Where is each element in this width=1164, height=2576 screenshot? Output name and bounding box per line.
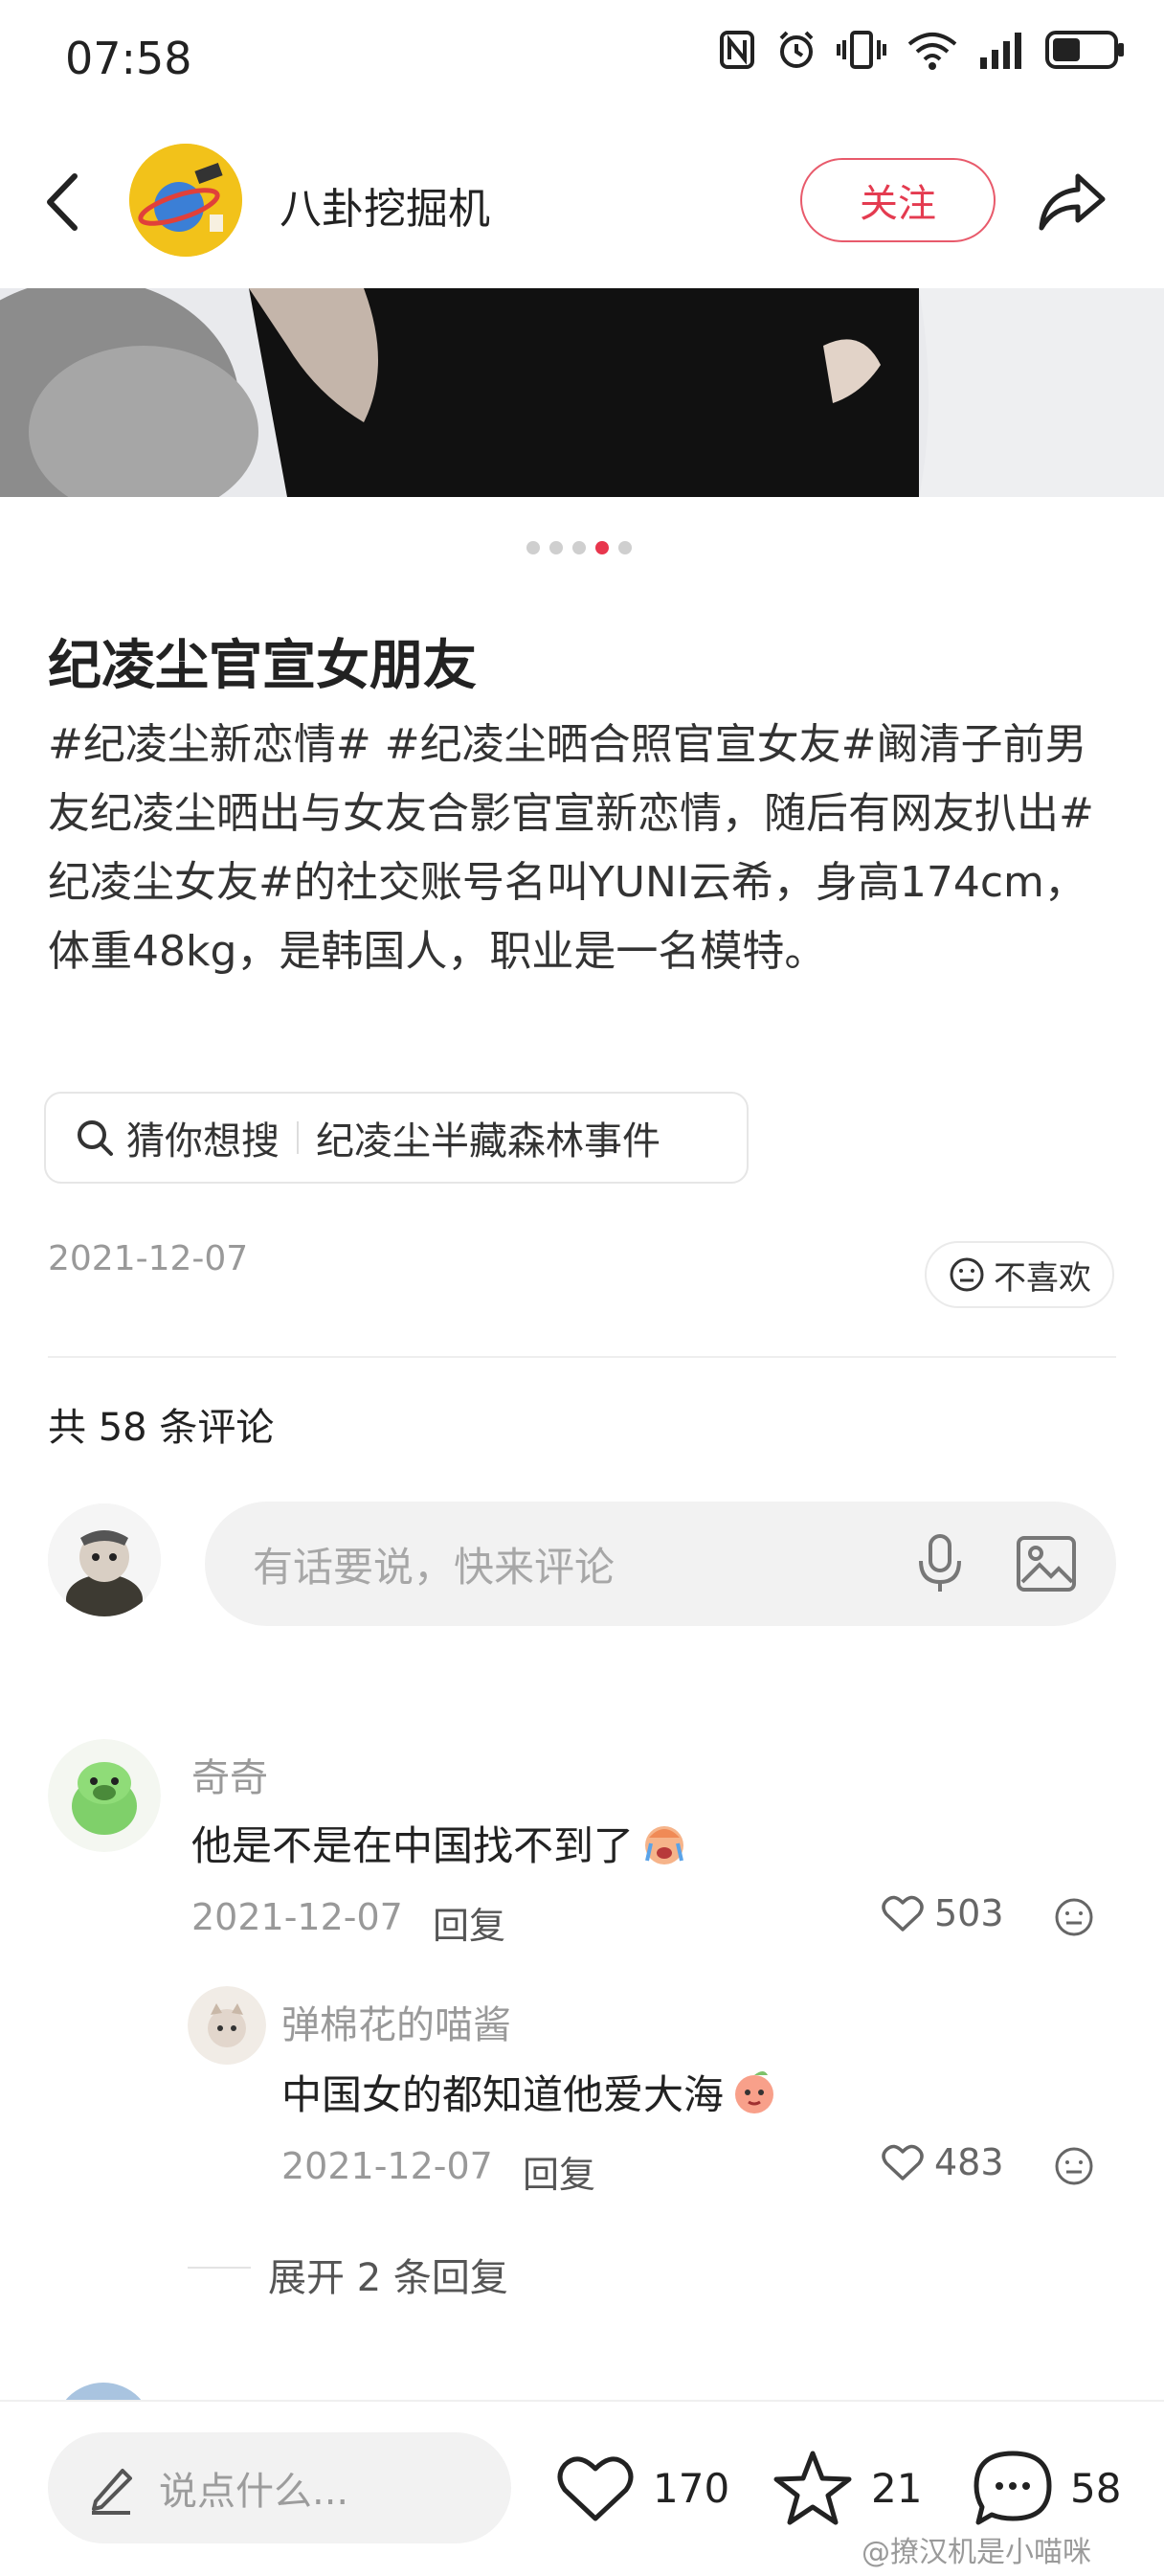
reply-date: 2021-12-07 bbox=[281, 2145, 493, 2187]
image-icon bbox=[1017, 1536, 1076, 1592]
post-date: 2021-12-07 bbox=[48, 1239, 249, 1278]
voice-button[interactable] bbox=[909, 1532, 971, 1599]
nfc-icon bbox=[720, 31, 754, 69]
star-button[interactable]: 21 bbox=[772, 2448, 922, 2528]
comment-avatar[interactable] bbox=[48, 1739, 161, 1852]
post-image[interactable] bbox=[0, 288, 1164, 497]
comment-like-count: 503 bbox=[934, 1892, 1004, 1934]
alarm-icon bbox=[779, 31, 814, 68]
image-pager bbox=[526, 541, 632, 554]
suggestion-label: 猜你想搜 bbox=[126, 1119, 280, 1164]
wifi-icon bbox=[907, 33, 957, 70]
pager-dot[interactable] bbox=[549, 541, 563, 554]
heart-icon bbox=[882, 2144, 924, 2181]
green-creature-avatar-image bbox=[48, 1739, 161, 1852]
heart-icon bbox=[882, 1895, 924, 1932]
divider bbox=[48, 1356, 1116, 1358]
say-something-input[interactable]: 说点什么... bbox=[48, 2432, 511, 2543]
neutral-face-icon bbox=[1055, 2147, 1093, 2185]
crying-emoji-icon bbox=[645, 1825, 684, 1864]
suggestion-divider bbox=[297, 1121, 299, 1154]
image-button[interactable] bbox=[1015, 1532, 1078, 1599]
post-body: #纪凌尘新恋情# #纪凌尘晒合照官宣女友#阚清子前男友纪凌尘晒出与女友合影官宣新… bbox=[48, 720, 1094, 976]
neutral-face-icon bbox=[950, 1257, 984, 1292]
post-title: 纪凌尘官宣女朋友 bbox=[48, 635, 477, 697]
pager-dot[interactable] bbox=[526, 541, 540, 554]
chevron-left-icon bbox=[47, 173, 78, 231]
pager-dot[interactable] bbox=[572, 541, 586, 554]
comment-bubble-icon bbox=[974, 2451, 1052, 2525]
reply-like-count: 483 bbox=[934, 2141, 1004, 2183]
comment-input[interactable]: 有话要说，快来评论 bbox=[205, 1502, 1116, 1626]
say-placeholder: 说点什么... bbox=[159, 2470, 349, 2514]
photo-image bbox=[0, 288, 1164, 497]
comment-like-button[interactable]: 503 bbox=[881, 1892, 1004, 1934]
comment-total: 58 bbox=[1070, 2464, 1122, 2512]
author-name[interactable]: 八卦挖掘机 bbox=[280, 174, 490, 236]
comment-reply-button[interactable]: 回复 bbox=[433, 1896, 505, 1949]
watermark: @撩汉机是小喵咪 bbox=[862, 2536, 1091, 2569]
dislike-label: 不喜欢 bbox=[994, 1258, 1091, 1298]
search-icon bbox=[78, 1120, 113, 1156]
signal-icon bbox=[980, 33, 1021, 69]
like-count: 170 bbox=[653, 2464, 730, 2512]
like-button[interactable]: 170 bbox=[555, 2452, 729, 2524]
comment-count: 共 58 条评论 bbox=[48, 1406, 275, 1450]
author-avatar[interactable] bbox=[129, 144, 242, 257]
cat-avatar-image bbox=[188, 1986, 266, 2065]
reply-reply-button[interactable]: 回复 bbox=[523, 2145, 595, 2198]
share-button[interactable] bbox=[1036, 165, 1108, 237]
back-button[interactable] bbox=[38, 169, 86, 236]
star-count: 21 bbox=[871, 2464, 923, 2512]
comment-author[interactable]: 奇奇 bbox=[191, 1747, 268, 1802]
microphone-icon bbox=[919, 1534, 961, 1592]
cat-avatar-image bbox=[48, 1503, 161, 1616]
pager-dot[interactable] bbox=[618, 541, 632, 554]
comment-input-placeholder: 有话要说，快来评论 bbox=[253, 1543, 616, 1591]
reply-dislike-button[interactable] bbox=[1053, 2145, 1095, 2191]
planet-logo-icon bbox=[129, 144, 242, 257]
reply-text-content: 中国女的都知道他爱大海 bbox=[281, 2071, 725, 2118]
peach-emoji-icon bbox=[735, 2070, 774, 2113]
expand-divider bbox=[188, 2267, 251, 2269]
heart-icon bbox=[557, 2456, 634, 2521]
search-suggestion[interactable]: 猜你想搜 纪凌尘半藏森林事件 bbox=[44, 1092, 749, 1184]
reply-text: 中国女的都知道他爱大海 bbox=[281, 2063, 779, 2121]
suggestion-query: 纪凌尘半藏森林事件 bbox=[316, 1119, 660, 1164]
comment-button[interactable]: 58 bbox=[973, 2448, 1121, 2528]
battery-icon bbox=[1045, 31, 1124, 69]
comment-date: 2021-12-07 bbox=[191, 1896, 403, 1938]
comment-text: 他是不是在中国找不到了 bbox=[191, 1814, 689, 1872]
share-icon bbox=[1039, 173, 1106, 231]
status-time: 07:58 bbox=[65, 33, 192, 84]
expand-replies-button[interactable]: 展开 2 条回复 bbox=[268, 2247, 508, 2302]
pager-dot-active[interactable] bbox=[595, 541, 609, 554]
follow-button[interactable]: 关注 bbox=[800, 158, 996, 242]
dislike-button[interactable]: 不喜欢 bbox=[925, 1241, 1114, 1308]
comment-text-content: 他是不是在中国找不到了 bbox=[191, 1822, 635, 1869]
status-icons bbox=[718, 29, 1126, 71]
reply-author[interactable]: 弹棉花的喵酱 bbox=[281, 1994, 511, 2049]
neutral-face-icon bbox=[1055, 1898, 1093, 1936]
pencil-icon bbox=[92, 2469, 132, 2515]
vibrate-icon bbox=[837, 31, 886, 69]
my-avatar bbox=[48, 1503, 161, 1616]
reply-avatar[interactable] bbox=[188, 1986, 266, 2065]
comment-dislike-button[interactable] bbox=[1053, 1896, 1095, 1942]
star-icon bbox=[773, 2451, 852, 2525]
reply-like-button[interactable]: 483 bbox=[881, 2141, 1004, 2183]
